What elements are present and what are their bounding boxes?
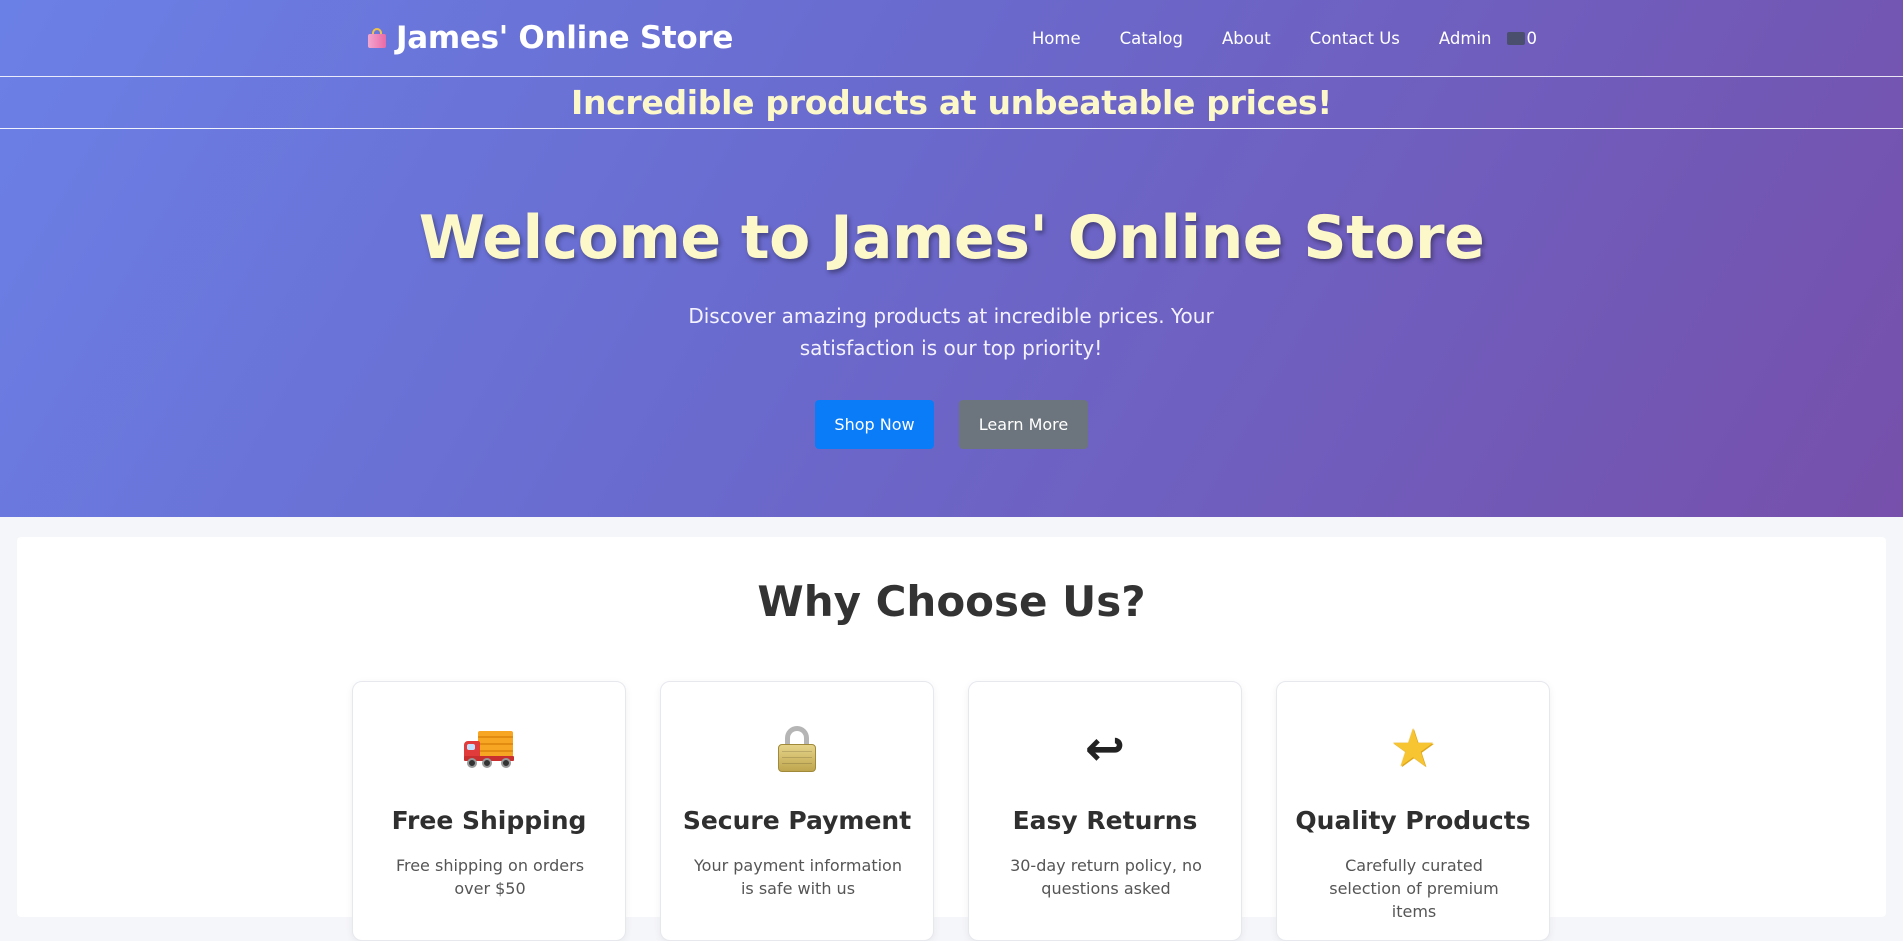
store-logo[interactable]: James' Online Store (366, 18, 733, 58)
cart-count: 0 (1526, 28, 1538, 48)
nav-catalog[interactable]: Catalog (1120, 29, 1183, 48)
shopping-bag-icon (366, 27, 388, 49)
feature-card-free-shipping: Free Shipping Free shipping on orders ov… (352, 681, 626, 941)
hero-title: Welcome to James' Online Store (418, 203, 1485, 273)
feature-card-text: 30-day return policy, no questions asked (1010, 856, 1202, 898)
feature-card-text: Free shipping on orders over $50 (395, 856, 585, 898)
site-header: James' Online Store Home Catalog About C… (0, 0, 1903, 77)
feature-card-title: Free Shipping (391, 806, 587, 835)
cart-button[interactable]: 0 (1506, 28, 1538, 48)
nav-home[interactable]: Home (1032, 29, 1081, 48)
promo-banner-text: Incredible products at unbeatable prices… (570, 83, 1333, 122)
hero-subtitle: Discover amazing products at incredible … (688, 304, 1214, 360)
feature-card-secure-payment: Secure Payment Your payment information … (660, 681, 934, 941)
nav-contact-us[interactable]: Contact Us (1310, 29, 1400, 48)
feature-card-title: Secure Payment (682, 806, 912, 835)
main-nav: Home Catalog About Contact Us Admin 0 (1032, 22, 1537, 54)
store-name: James' Online Store (396, 20, 734, 56)
feature-card-title: Quality Products (1295, 806, 1531, 835)
hero-background: James' Online Store Home Catalog About C… (0, 0, 1903, 517)
return-arrow-icon: ↩ (1084, 721, 1126, 777)
nav-admin[interactable]: Admin (1439, 29, 1492, 48)
nav-about[interactable]: About (1222, 29, 1271, 48)
features-section: Why Choose Us? Free Shipping Free shippi… (17, 537, 1886, 941)
feature-card-text: Carefully curated selection of premium i… (1329, 856, 1499, 921)
feature-card-title: Easy Returns (1012, 806, 1198, 835)
feature-card-quality-products: ★ Quality Products Carefully curated sel… (1276, 681, 1550, 941)
cart-icon (1506, 31, 1525, 45)
star-icon: ★ (1389, 719, 1437, 779)
features-title: Why Choose Us? (757, 577, 1146, 626)
promo-banner: Incredible products at unbeatable prices… (0, 77, 1903, 129)
truck-icon (353, 724, 625, 774)
lock-icon (661, 724, 933, 774)
shop-now-button[interactable]: Shop Now (815, 400, 934, 449)
feature-card-easy-returns: ↩ Easy Returns 30-day return policy, no … (968, 681, 1242, 941)
feature-card-text: Your payment information is safe with us (694, 856, 902, 898)
learn-more-button[interactable]: Learn More (959, 400, 1088, 449)
